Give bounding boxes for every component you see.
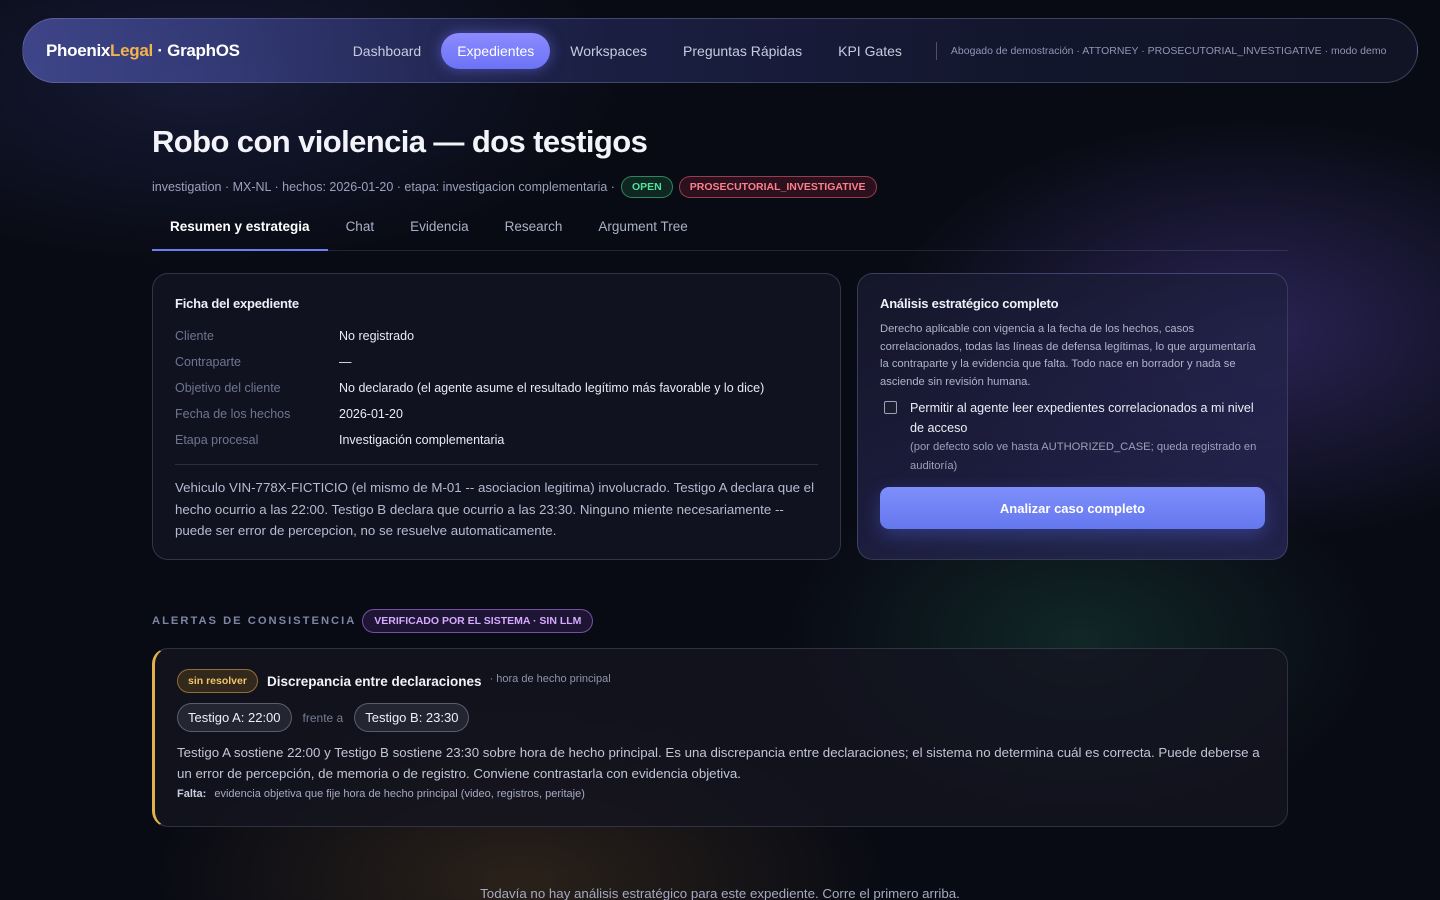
ficha-row: Fecha de los hechos 2026-01-20 bbox=[175, 401, 818, 427]
missing-label: Falta: bbox=[177, 788, 207, 800]
ficha-row: Objetivo del cliente No declarado (el ag… bbox=[175, 375, 818, 401]
alert-missing: Falta: evidencia objetiva que fije hora … bbox=[177, 788, 1265, 800]
brand-phoenix: Phoenix bbox=[46, 40, 111, 60]
nav-links: Dashboard Expedientes Workspaces Pregunt… bbox=[337, 32, 922, 69]
ficha-row: Contraparte — bbox=[175, 349, 818, 375]
alert-title: Discrepancia entre declaraciones bbox=[266, 673, 482, 689]
case-tabs: Resumen y estrategia Chat Evidencia Rese… bbox=[152, 206, 1288, 251]
ficha-table: Cliente No registrado Contraparte — Obje… bbox=[175, 323, 818, 453]
checkbox-label: Permitir al agente leer expedientes corr… bbox=[910, 401, 1254, 436]
ficha-value-cliente: No registrado bbox=[339, 329, 415, 343]
tab-evidencia[interactable]: Evidencia bbox=[392, 206, 487, 251]
brand-legal: Legal bbox=[110, 40, 153, 60]
ficha-value-contraparte: — bbox=[339, 355, 352, 369]
checkbox-note: (por defecto solo ve hasta AUTHORIZED_CA… bbox=[910, 441, 1257, 473]
page-title: Robo con violencia — dos testigos bbox=[152, 124, 648, 159]
case-meta-text: investigation · MX-NL · hechos: 2026-01-… bbox=[152, 180, 615, 194]
ficha-label-etapa: Etapa procesal bbox=[175, 433, 259, 447]
ficha-card: Ficha del expediente Cliente No registra… bbox=[152, 273, 841, 560]
versus-label: frente a bbox=[302, 710, 344, 725]
alerts-header: ALERTAS DE CONSISTENCIA VERIFICADO POR E… bbox=[152, 609, 594, 633]
ficha-label-cliente: Cliente bbox=[175, 329, 214, 343]
tab-research[interactable]: Research bbox=[487, 206, 581, 251]
role-badge: PROSECUTORIAL_INVESTIGATIVE bbox=[678, 176, 877, 198]
empty-analysis-note: Todavía no hay análisis estratégico para… bbox=[480, 886, 960, 900]
alert-subtitle: · hora de hecho principal bbox=[489, 673, 611, 685]
ficha-value-fecha: 2026-01-20 bbox=[339, 407, 403, 421]
nav-link-expedientes[interactable]: Expedientes bbox=[441, 32, 551, 69]
alert-card: sin resolver Discrepancia entre declarac… bbox=[152, 648, 1288, 827]
nav-link-preguntas-rapidas[interactable]: Preguntas Rápidas bbox=[667, 33, 818, 69]
nav-divider bbox=[935, 41, 937, 60]
analisis-description: Derecho aplicable con vigencia a la fech… bbox=[880, 323, 1256, 388]
unresolved-badge: sin resolver bbox=[177, 669, 258, 693]
correlated-access-checkbox[interactable] bbox=[884, 401, 897, 415]
status-badge: OPEN bbox=[620, 176, 673, 198]
correlated-access-option[interactable]: Permitir al agente leer expedientes corr… bbox=[880, 398, 1265, 476]
ficha-label-contraparte: Contraparte bbox=[175, 355, 242, 369]
brand-graphos: · GraphOS bbox=[157, 40, 240, 60]
tab-resumen[interactable]: Resumen y estrategia bbox=[152, 206, 328, 251]
nav-link-workspaces[interactable]: Workspaces bbox=[554, 33, 663, 69]
tab-chat[interactable]: Chat bbox=[328, 206, 393, 251]
user-info: Abogado de demostración · ATTORNEY · PRO… bbox=[950, 44, 1387, 57]
top-nav: PhoenixLegal · GraphOS Dashboard Expedie… bbox=[22, 18, 1418, 83]
tab-argument-tree[interactable]: Argument Tree bbox=[580, 206, 705, 251]
ficha-label-objetivo: Objetivo del cliente bbox=[175, 381, 281, 395]
alert-description: Testigo A sostiene 22:00 y Testigo B sos… bbox=[177, 745, 1260, 781]
brand-logo[interactable]: PhoenixLegal · GraphOS bbox=[46, 41, 240, 61]
ficha-value-objetivo: No declarado (el agente asume el resulta… bbox=[339, 381, 765, 395]
ficha-divider bbox=[175, 464, 818, 465]
ficha-label-fecha: Fecha de los hechos bbox=[175, 407, 291, 421]
ficha-row: Etapa procesal Investigación complementa… bbox=[175, 427, 818, 453]
witness-b-chip: Testigo B: 23:30 bbox=[354, 703, 470, 732]
case-meta: investigation · MX-NL · hechos: 2026-01-… bbox=[152, 176, 877, 198]
analisis-heading: Análisis estratégico completo bbox=[880, 296, 1059, 311]
missing-value: evidencia objetiva que fije hora de hech… bbox=[214, 788, 585, 800]
ficha-heading: Ficha del expediente bbox=[175, 296, 299, 311]
verified-badge: VERIFICADO POR EL SISTEMA · SIN LLM bbox=[362, 609, 594, 633]
analisis-card: Análisis estratégico completo Derecho ap… bbox=[857, 273, 1288, 560]
nav-link-kpi-gates[interactable]: KPI Gates bbox=[822, 33, 918, 69]
alerts-title: ALERTAS DE CONSISTENCIA bbox=[152, 615, 357, 627]
ficha-description: Vehiculo VIN-778X-FICTICIO (el mismo de … bbox=[175, 480, 815, 538]
analyze-case-button[interactable]: Analizar caso completo bbox=[880, 487, 1265, 530]
witness-a-chip: Testigo A: 22:00 bbox=[177, 703, 292, 732]
ficha-value-etapa: Investigación complementaria bbox=[339, 433, 505, 447]
alert-comparison: Testigo A: 22:00 frente a Testigo B: 23:… bbox=[177, 703, 1265, 732]
ficha-row: Cliente No registrado bbox=[175, 323, 818, 349]
nav-link-dashboard[interactable]: Dashboard bbox=[337, 33, 438, 69]
